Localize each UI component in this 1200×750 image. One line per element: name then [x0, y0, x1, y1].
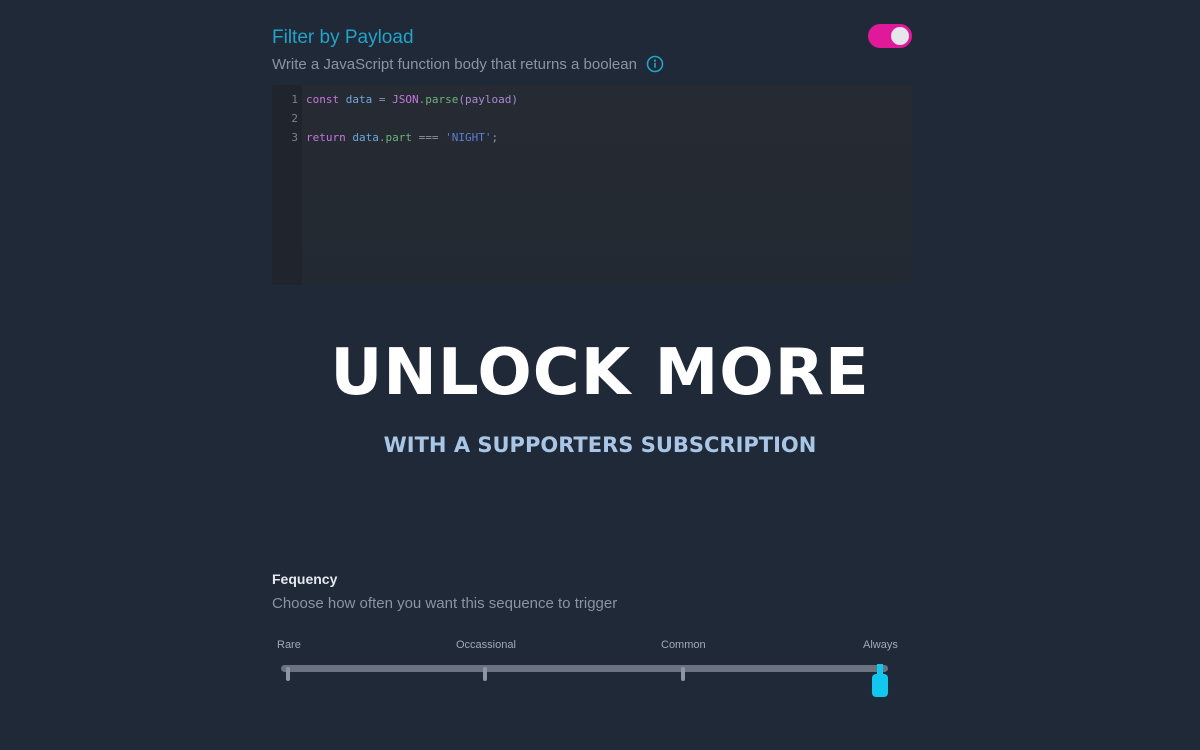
frequency-slider-track[interactable] — [281, 665, 888, 672]
toggle-knob — [891, 27, 909, 45]
code-line-3: return data.part === 'NIGHT'; — [306, 131, 498, 144]
code-dot: . — [378, 131, 386, 144]
code-semicolon: ; — [491, 131, 499, 144]
code-editor[interactable]: 1 2 3 const data = JSON.parse(payload) r… — [272, 85, 912, 285]
frequency-option-always[interactable]: Always — [863, 639, 898, 651]
code-keyword: return — [306, 131, 346, 144]
unlock-title: UNLOCK MORE — [330, 336, 870, 410]
line-number: 3 — [291, 131, 298, 144]
code-argument: payload — [465, 93, 512, 106]
line-number: 2 — [291, 112, 298, 125]
code-object: data — [352, 131, 379, 144]
code-object: JSON — [392, 93, 419, 106]
code-property: part — [385, 131, 413, 144]
frequency-title: Fequency — [272, 571, 338, 587]
unlock-subtitle[interactable]: WITH A SUPPORTERS SUBSCRIPTION — [0, 433, 1200, 457]
filter-subtitle: Write a JavaScript function body that re… — [272, 55, 637, 73]
code-variable: data — [345, 93, 373, 106]
info-icon[interactable] — [646, 55, 664, 73]
filter-toggle[interactable] — [868, 24, 912, 48]
app-root: Filter by Payload Write a JavaScript fun… — [0, 0, 1200, 750]
slider-tick — [483, 667, 487, 681]
code-operator: === — [418, 131, 439, 144]
code-string: 'NIGHT' — [445, 131, 492, 144]
code-keyword: const — [306, 93, 340, 106]
slider-tick — [286, 667, 290, 681]
code-paren: ) — [511, 93, 518, 106]
code-line-1: const data = JSON.parse(payload) — [306, 93, 518, 106]
frequency-subtitle: Choose how often you want this sequence … — [272, 595, 618, 612]
filter-title: Filter by Payload — [272, 27, 414, 48]
filter-subtitle-row: Write a JavaScript function body that re… — [272, 55, 664, 73]
frequency-option-rare[interactable]: Rare — [277, 639, 301, 651]
frequency-option-occassional[interactable]: Occassional — [456, 639, 516, 651]
editor-gutter: 1 2 3 — [272, 85, 302, 285]
line-number: 1 — [291, 93, 298, 106]
frequency-option-common[interactable]: Common — [661, 639, 706, 651]
code-paren: ( — [458, 93, 465, 106]
slider-tick — [681, 667, 685, 681]
frequency-slider-thumb[interactable] — [872, 674, 888, 697]
code-operator: = — [378, 93, 386, 106]
code-function: parse — [425, 93, 459, 106]
